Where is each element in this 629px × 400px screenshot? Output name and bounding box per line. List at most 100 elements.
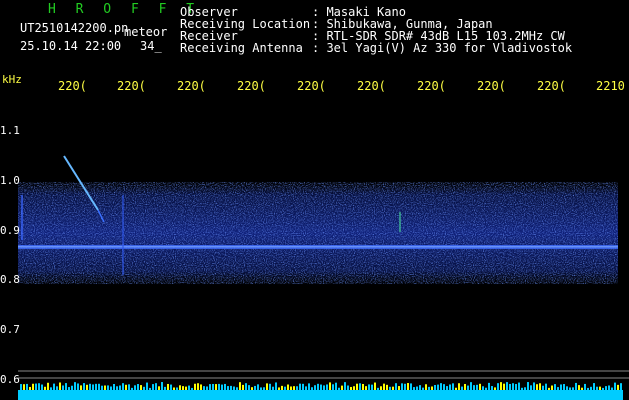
level-spike: [458, 383, 460, 390]
level-spike: [434, 385, 436, 390]
level-spike: [251, 387, 253, 390]
partial-number: 34_: [140, 39, 162, 53]
level-spike: [119, 385, 121, 390]
level-spike: [170, 384, 172, 390]
level-spike: [35, 383, 37, 390]
level-spike: [182, 386, 184, 390]
level-spike: [269, 383, 271, 390]
level-spike: [359, 383, 361, 390]
level-spike: [590, 386, 592, 390]
level-spike: [383, 383, 385, 390]
level-spike: [59, 382, 61, 390]
level-spike: [74, 382, 76, 390]
level-spike: [341, 385, 343, 390]
level-spike: [536, 384, 538, 390]
level-spike: [161, 382, 163, 390]
level-spike: [260, 387, 262, 390]
level-spike: [374, 382, 376, 390]
level-spike: [446, 386, 448, 390]
y-tick-label: 0.6: [0, 373, 20, 386]
level-spike: [332, 384, 334, 390]
level-spike: [266, 383, 268, 390]
level-spike: [506, 382, 508, 390]
level-spike: [191, 387, 193, 390]
level-spike: [263, 387, 265, 390]
level-spike: [287, 384, 289, 390]
level-spike: [230, 385, 232, 390]
level-spike: [206, 386, 208, 390]
x-tick-label: 2210: [596, 79, 625, 93]
level-spike: [47, 382, 49, 390]
level-spike: [209, 384, 211, 390]
level-spike: [356, 383, 358, 390]
level-spike: [134, 385, 136, 390]
y-tick-label: 0.7: [0, 323, 20, 336]
level-spike: [551, 385, 553, 390]
level-spike: [203, 386, 205, 390]
level-spike: [395, 383, 397, 390]
level-spike: [587, 387, 589, 390]
level-spike: [275, 382, 277, 390]
level-spike: [62, 385, 64, 390]
y-tick-label: 1.1: [0, 124, 20, 137]
level-spike: [392, 386, 394, 390]
level-spike: [26, 383, 28, 390]
level-spike: [533, 382, 535, 390]
level-spike: [290, 386, 292, 390]
x-tick-label: 220(: [537, 79, 566, 93]
level-spike: [431, 386, 433, 390]
level-spike: [380, 386, 382, 390]
level-spike: [500, 382, 502, 390]
level-spike: [344, 382, 346, 390]
level-spike: [164, 386, 166, 390]
level-spike: [41, 384, 43, 390]
level-spike: [122, 383, 124, 390]
level-spike: [248, 385, 250, 390]
level-spike: [611, 387, 613, 390]
level-spike: [530, 385, 532, 390]
level-spike: [350, 386, 352, 390]
level-spikes: [20, 382, 622, 390]
datetime-label: 25.10.14 22:00: [20, 39, 122, 53]
level-spike: [428, 386, 430, 390]
level-spike: [569, 387, 571, 390]
noise-speckle: [18, 182, 618, 284]
x-tick-label: 220(: [477, 79, 506, 93]
level-spike: [146, 382, 148, 390]
app-brand: H R O F F T: [48, 2, 201, 17]
image-filename: UT2510142200.pn: [20, 21, 129, 35]
level-spike: [140, 385, 142, 390]
level-spike: [302, 383, 304, 390]
level-spike: [284, 386, 286, 390]
level-spike: [86, 384, 88, 390]
level-spike: [116, 386, 118, 390]
info-label-antenna: Receiving Antenna: [180, 41, 303, 55]
level-spike: [566, 386, 568, 390]
level-spike: [92, 384, 94, 390]
level-spike: [101, 385, 103, 390]
level-spike: [68, 387, 70, 390]
level-spike: [56, 386, 58, 390]
level-spike: [482, 386, 484, 390]
level-spike: [407, 383, 409, 390]
level-meter: [18, 390, 623, 400]
x-tick-label: 220(: [357, 79, 386, 93]
level-spike: [524, 387, 526, 390]
level-spike: [20, 384, 22, 390]
level-spike: [227, 386, 229, 390]
carrier-line-core: [18, 246, 618, 248]
level-spike: [83, 383, 85, 390]
level-spike: [320, 384, 322, 390]
level-spike: [485, 387, 487, 390]
level-spike: [32, 383, 34, 390]
level-spike: [257, 384, 259, 390]
level-spike: [224, 383, 226, 390]
level-spike: [440, 383, 442, 390]
level-spike: [173, 387, 175, 390]
level-spike: [278, 387, 280, 390]
level-spike: [371, 384, 373, 390]
level-spike: [128, 384, 130, 390]
level-spike: [578, 385, 580, 390]
level-spike: [557, 387, 559, 390]
level-spike: [158, 386, 160, 390]
